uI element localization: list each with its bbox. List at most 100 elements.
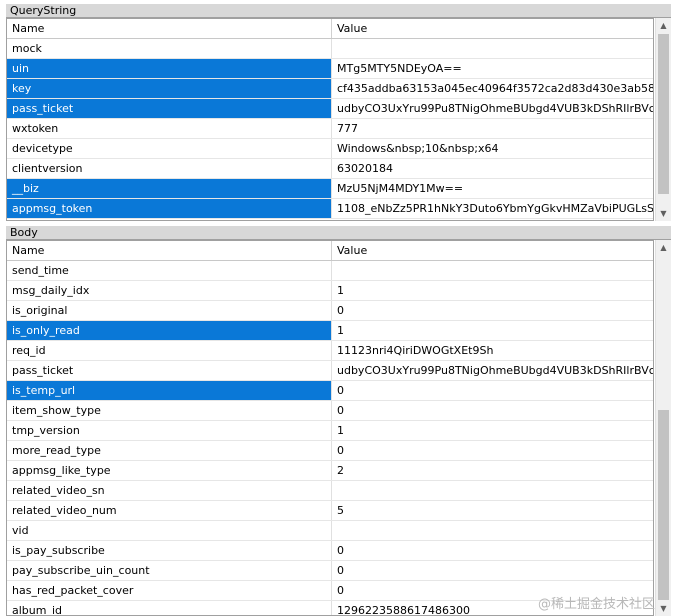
- body-col-value[interactable]: Value: [332, 241, 653, 260]
- row-name[interactable]: related_video_sn: [7, 481, 332, 500]
- body-scrollbar[interactable]: ▲ ▼: [655, 240, 671, 616]
- row-value[interactable]: udbyCO3UxYru99Pu8TNigOhmeBUbgd4VUB3kDShR…: [332, 361, 653, 380]
- querystring-scrollbar[interactable]: ▲ ▼: [655, 18, 671, 221]
- table-row[interactable]: is_original 0: [7, 301, 653, 321]
- table-row[interactable]: pass_ticket udbyCO3UxYru99Pu8TNigOhmeBUbg…: [7, 361, 653, 381]
- row-value[interactable]: MTg5MTY5NDEyOA==: [332, 59, 653, 78]
- row-name[interactable]: uin: [7, 59, 332, 78]
- row-value[interactable]: 0: [332, 381, 653, 400]
- row-name[interactable]: pass_ticket: [7, 99, 332, 118]
- table-row[interactable]: related_video_sn: [7, 481, 653, 501]
- row-name[interactable]: vid: [7, 521, 332, 540]
- row-name[interactable]: is_temp_url: [7, 381, 332, 400]
- table-row[interactable]: uin MTg5MTY5NDEyOA==: [7, 59, 653, 79]
- table-row[interactable]: pass_ticket udbyCO3UxYru99Pu8TNigOhmeBUbg…: [7, 99, 653, 119]
- row-value[interactable]: 11123nri4QiriDWOGtXEt9Sh: [332, 341, 653, 360]
- row-value[interactable]: 0: [332, 401, 653, 420]
- row-value[interactable]: 2: [332, 461, 653, 480]
- table-row[interactable]: is_temp_url 0: [7, 381, 653, 401]
- row-name[interactable]: is_original: [7, 301, 332, 320]
- row-name[interactable]: mock: [7, 39, 332, 58]
- table-row[interactable]: more_read_type 0: [7, 441, 653, 461]
- row-name[interactable]: more_read_type: [7, 441, 332, 460]
- row-name[interactable]: devicetype: [7, 139, 332, 158]
- body-scroll-thumb[interactable]: [658, 410, 669, 600]
- row-value[interactable]: 1: [332, 281, 653, 300]
- row-value[interactable]: cf435addba63153a045ec40964f3572ca2d83d43…: [332, 79, 653, 98]
- row-name[interactable]: req_id: [7, 341, 332, 360]
- watermark: @稀土掘金技术社区: [537, 597, 655, 612]
- body-rows: send_time msg_daily_idx 1 is_original 0 is_on…: [7, 261, 653, 615]
- querystring-column-header: Name Value: [7, 19, 653, 39]
- body-scroll-down-icon[interactable]: ▼: [656, 601, 671, 616]
- querystring-panel: QueryString Name Value mock uin MTg5MTY5ND…: [0, 0, 673, 222]
- body-grid[interactable]: Name Value send_time msg_daily_idx 1 is_ori…: [6, 240, 654, 616]
- row-name[interactable]: send_time: [7, 261, 332, 280]
- table-row[interactable]: pay_subscribe_uin_count 0: [7, 561, 653, 581]
- row-name[interactable]: is_pay_subscribe: [7, 541, 332, 560]
- table-row[interactable]: is_pay_subscribe 0: [7, 541, 653, 561]
- row-value[interactable]: udbyCO3UxYru99Pu8TNigOhmeBUbgd4VUB3kDShR…: [332, 99, 653, 118]
- table-row[interactable]: clientversion 63020184: [7, 159, 653, 179]
- table-row[interactable]: req_id 11123nri4QiriDWOGtXEt9Sh: [7, 341, 653, 361]
- querystring-col-value[interactable]: Value: [332, 19, 653, 38]
- row-value[interactable]: MzU5NjM4MDY1Mw==: [332, 179, 653, 198]
- row-value[interactable]: [332, 39, 653, 58]
- table-row[interactable]: related_video_num 5: [7, 501, 653, 521]
- row-value[interactable]: Windows&nbsp;10&nbsp;x64: [332, 139, 653, 158]
- table-row[interactable]: key cf435addba63153a045ec40964f3572ca2d83…: [7, 79, 653, 99]
- row-value[interactable]: 1: [332, 321, 653, 340]
- querystring-panel-title: QueryString: [6, 4, 671, 18]
- body-panel: Body Name Value send_time msg_daily_idx 1 i…: [0, 224, 673, 616]
- row-name[interactable]: tmp_version: [7, 421, 332, 440]
- querystring-grid[interactable]: Name Value mock uin MTg5MTY5NDEyOA== key cf4…: [6, 18, 654, 221]
- table-row[interactable]: mock: [7, 39, 653, 59]
- row-value[interactable]: 0: [332, 541, 653, 560]
- row-name[interactable]: __biz: [7, 179, 332, 198]
- row-name[interactable]: appmsg_token: [7, 199, 332, 218]
- row-name[interactable]: pay_subscribe_uin_count: [7, 561, 332, 580]
- row-name[interactable]: key: [7, 79, 332, 98]
- row-name[interactable]: wxtoken: [7, 119, 332, 138]
- body-column-header: Name Value: [7, 241, 653, 261]
- row-value[interactable]: [332, 521, 653, 540]
- table-row[interactable]: appmsg_like_type 2: [7, 461, 653, 481]
- row-value[interactable]: 0: [332, 441, 653, 460]
- body-col-name[interactable]: Name: [7, 241, 332, 260]
- table-row[interactable]: __biz MzU5NjM4MDY1Mw==: [7, 179, 653, 199]
- row-value[interactable]: 0: [332, 301, 653, 320]
- row-name[interactable]: appmsg_like_type: [7, 461, 332, 480]
- table-row[interactable]: send_time: [7, 261, 653, 281]
- row-name[interactable]: is_only_read: [7, 321, 332, 340]
- row-name[interactable]: clientversion: [7, 159, 332, 178]
- row-name[interactable]: related_video_num: [7, 501, 332, 520]
- row-name[interactable]: pass_ticket: [7, 361, 332, 380]
- table-row[interactable]: item_show_type 0: [7, 401, 653, 421]
- body-scroll-up-icon[interactable]: ▲: [656, 240, 671, 255]
- row-name[interactable]: album_id: [7, 601, 332, 615]
- querystring-col-name[interactable]: Name: [7, 19, 332, 38]
- row-name[interactable]: item_show_type: [7, 401, 332, 420]
- table-row[interactable]: tmp_version 1: [7, 421, 653, 441]
- row-value[interactable]: 0: [332, 561, 653, 580]
- row-value[interactable]: [332, 261, 653, 280]
- row-value[interactable]: 777: [332, 119, 653, 138]
- row-name[interactable]: has_red_packet_cover: [7, 581, 332, 600]
- table-row[interactable]: appmsg_token 1108_eNbZz5PR1hNkY3Duto6YbmY…: [7, 199, 653, 219]
- row-name[interactable]: msg_daily_idx: [7, 281, 332, 300]
- querystring-scroll-up-icon[interactable]: ▲: [656, 18, 671, 33]
- table-row[interactable]: is_only_read 1: [7, 321, 653, 341]
- row-value[interactable]: 1: [332, 421, 653, 440]
- row-value[interactable]: 1108_eNbZz5PR1hNkY3Duto6YbmYgGkvHMZaVbiP…: [332, 199, 653, 218]
- table-row[interactable]: msg_daily_idx 1: [7, 281, 653, 301]
- row-value[interactable]: 5: [332, 501, 653, 520]
- querystring-scroll-down-icon[interactable]: ▼: [656, 206, 671, 221]
- table-row[interactable]: vid: [7, 521, 653, 541]
- row-value[interactable]: [332, 481, 653, 500]
- table-row[interactable]: devicetype Windows&nbsp;10&nbsp;x64: [7, 139, 653, 159]
- querystring-rows: mock uin MTg5MTY5NDEyOA== key cf435addba6315…: [7, 39, 653, 219]
- row-value[interactable]: 63020184: [332, 159, 653, 178]
- querystring-scroll-thumb[interactable]: [658, 34, 669, 194]
- table-row[interactable]: wxtoken 777: [7, 119, 653, 139]
- body-panel-title: Body: [6, 226, 671, 240]
